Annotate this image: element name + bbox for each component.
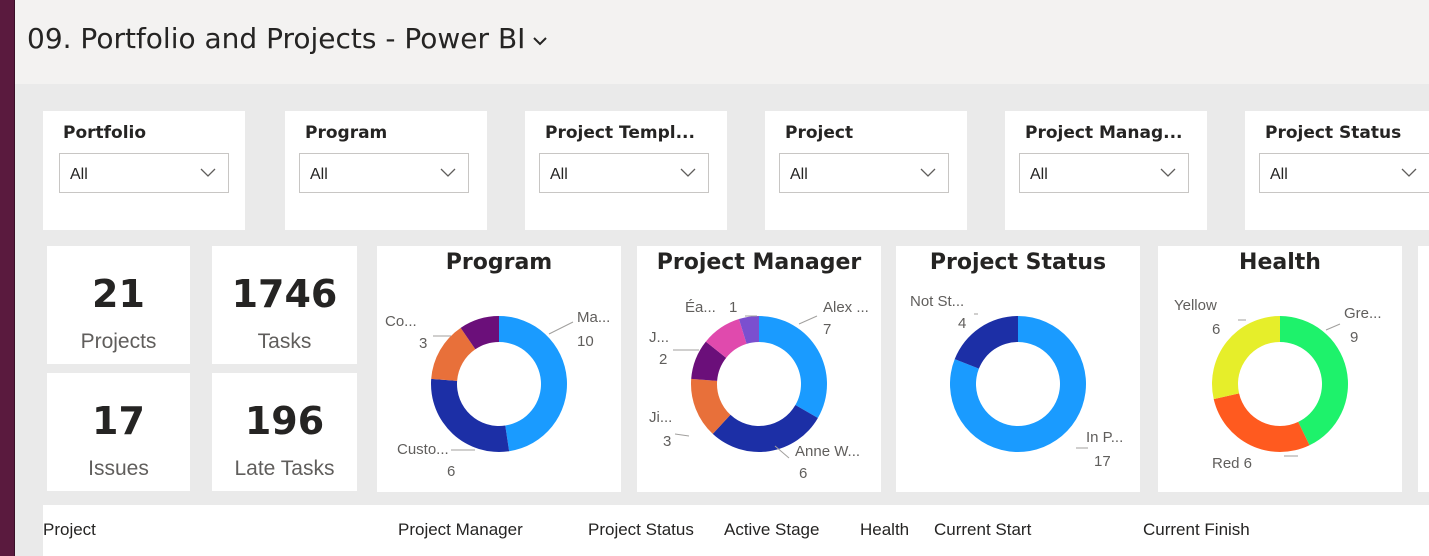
chevron-down-icon bbox=[1160, 168, 1176, 177]
data-label-name: Red 6 bbox=[1212, 455, 1252, 472]
donut-chart-project-manager[interactable]: Alex ... 7 Anne W... 6 Ji... 3 J... 2 Éa... 1 bbox=[637, 246, 881, 492]
donut-chart-program[interactable]: Ma... 10 Custo... 6 Co...3 bbox=[377, 246, 621, 492]
chevron-down-icon bbox=[440, 168, 456, 177]
table-column-header[interactable]: Project Manager bbox=[398, 520, 523, 540]
data-label-value: 1 bbox=[729, 299, 737, 316]
slicer-project-status: Project Status All bbox=[1245, 111, 1429, 230]
table-column-header[interactable]: Project bbox=[43, 520, 96, 540]
donut-slice[interactable] bbox=[759, 316, 827, 418]
data-label-value: 17 bbox=[1094, 453, 1111, 470]
data-label-name: Gre... bbox=[1344, 305, 1382, 322]
donut-slice[interactable] bbox=[1213, 393, 1310, 452]
slicer-value: All bbox=[310, 166, 328, 183]
table-column-header[interactable]: Current Start bbox=[934, 520, 1031, 540]
data-label-value: 6 bbox=[447, 463, 455, 480]
slicer-label: Program bbox=[305, 123, 388, 143]
data-label-value: 9 bbox=[1350, 329, 1358, 346]
data-label-value: 3 bbox=[419, 335, 427, 352]
slicer-value: All bbox=[1270, 166, 1288, 183]
table-column-header[interactable]: Health bbox=[860, 520, 909, 540]
kpi-value: 1746 bbox=[231, 272, 338, 316]
data-label-name: Yellow bbox=[1174, 297, 1217, 314]
project-table: Project Project Manager Project Status A… bbox=[43, 505, 1429, 556]
data-label-value: 3 bbox=[663, 433, 671, 450]
kpi-label: Late Tasks bbox=[234, 457, 335, 480]
chevron-down-icon bbox=[1401, 168, 1417, 177]
chevron-down-icon[interactable] bbox=[533, 31, 548, 50]
table-column-header[interactable]: Current Finish bbox=[1143, 520, 1250, 540]
slicer-value: All bbox=[790, 166, 808, 183]
table-column-header[interactable]: Active Stage bbox=[724, 520, 819, 540]
report-frame: 09. Portfolio and Projects - Power BI Po… bbox=[14, 0, 1429, 556]
leader-line bbox=[548, 321, 574, 335]
report-title[interactable]: 09. Portfolio and Projects - Power BI bbox=[27, 22, 548, 55]
slicer-project-manager: Project Manag... All bbox=[1005, 111, 1207, 230]
kpi-card-projects: 21 Projects bbox=[47, 246, 190, 364]
leader-line bbox=[798, 315, 818, 325]
slicer-dropdown-project[interactable]: All bbox=[779, 153, 949, 193]
slicer-project-template: Project Templ... All bbox=[525, 111, 727, 230]
data-label-value: 2 bbox=[659, 351, 667, 368]
donut-chart-health[interactable]: Gre... 9 Red 6 Yellow 6 bbox=[1158, 246, 1402, 492]
slicer-label: Portfolio bbox=[63, 123, 147, 143]
chevron-down-icon bbox=[920, 168, 936, 177]
table-column-header[interactable]: Project Status bbox=[588, 520, 694, 540]
report-header: 09. Portfolio and Projects - Power BI bbox=[15, 0, 1429, 84]
slicer-program: Program All bbox=[285, 111, 487, 230]
data-label-value: 6 bbox=[799, 465, 807, 482]
leader-line bbox=[1325, 323, 1341, 331]
kpi-label: Projects bbox=[80, 330, 157, 353]
chevron-down-icon bbox=[200, 168, 216, 177]
kpi-card-tasks: 1746 Tasks bbox=[212, 246, 357, 364]
slicer-dropdown-project-status[interactable]: All bbox=[1259, 153, 1429, 193]
donut-card-project-status[interactable]: Project Status In P... 17 Not St... 4 bbox=[896, 246, 1140, 492]
slicer-label: Project Manag... bbox=[1025, 123, 1183, 143]
slicer-project: Project All bbox=[765, 111, 967, 230]
data-label-name: Not St... bbox=[910, 293, 964, 310]
chevron-down-icon bbox=[680, 168, 696, 177]
leader-line bbox=[674, 433, 690, 437]
slicer-dropdown-portfolio[interactable]: All bbox=[59, 153, 229, 193]
data-label-name: J... bbox=[649, 329, 669, 346]
data-label-name: Custo... bbox=[397, 441, 449, 458]
data-label-name: Anne W... bbox=[795, 443, 860, 460]
data-label-value: 6 bbox=[1212, 321, 1220, 338]
slicer-value: All bbox=[550, 166, 568, 183]
kpi-card-late-tasks: 196 Late Tasks bbox=[212, 373, 357, 491]
donut-slice[interactable] bbox=[1212, 316, 1280, 400]
slicer-value: All bbox=[70, 166, 88, 183]
kpi-value: 21 bbox=[92, 272, 145, 316]
data-label-name: Co... bbox=[385, 313, 417, 330]
donut-card-project-manager[interactable]: Project Manager Alex ... 7 Anne W... 6 Ji...… bbox=[637, 246, 881, 492]
kpi-label: Tasks bbox=[257, 330, 312, 353]
slicer-value: All bbox=[1030, 166, 1048, 183]
data-label-name: In P... bbox=[1086, 429, 1123, 446]
slicer-label: Project bbox=[785, 123, 854, 143]
kpi-card-issues: 17 Issues bbox=[47, 373, 190, 491]
donut-chart-project-status[interactable]: In P... 17 Not St... 4 bbox=[896, 246, 1140, 492]
slicer-label: Project Templ... bbox=[545, 123, 695, 143]
kpi-value: 17 bbox=[92, 399, 145, 443]
donut-card-partial bbox=[1418, 246, 1429, 492]
data-label-name: Éa... bbox=[685, 299, 716, 316]
data-label-name: Ji... bbox=[649, 409, 672, 426]
data-label-value: 7 bbox=[823, 321, 831, 338]
data-label-name: Ma... bbox=[577, 309, 610, 326]
slicer-dropdown-program[interactable]: All bbox=[299, 153, 469, 193]
data-label-value: 4 bbox=[958, 315, 966, 332]
donut-card-program[interactable]: Program Ma... 10 Custo... 6 Co... 3 bbox=[377, 246, 621, 492]
kpi-value: 196 bbox=[244, 399, 325, 443]
slicer-dropdown-project-manager[interactable]: All bbox=[1019, 153, 1189, 193]
data-label-name: Alex ... bbox=[823, 299, 869, 316]
slicer-dropdown-project-template[interactable]: All bbox=[539, 153, 709, 193]
donut-slice[interactable] bbox=[499, 316, 568, 452]
donut-card-health[interactable]: Health Gre... 9 Red 6 Yellow 6 bbox=[1158, 246, 1402, 492]
report-title-text: 09. Portfolio and Projects - Power BI bbox=[27, 22, 526, 55]
slicer-portfolio: Portfolio All bbox=[43, 111, 245, 230]
data-label-value: 10 bbox=[577, 333, 594, 350]
kpi-label: Issues bbox=[88, 457, 149, 480]
slicer-label: Project Status bbox=[1265, 123, 1402, 143]
